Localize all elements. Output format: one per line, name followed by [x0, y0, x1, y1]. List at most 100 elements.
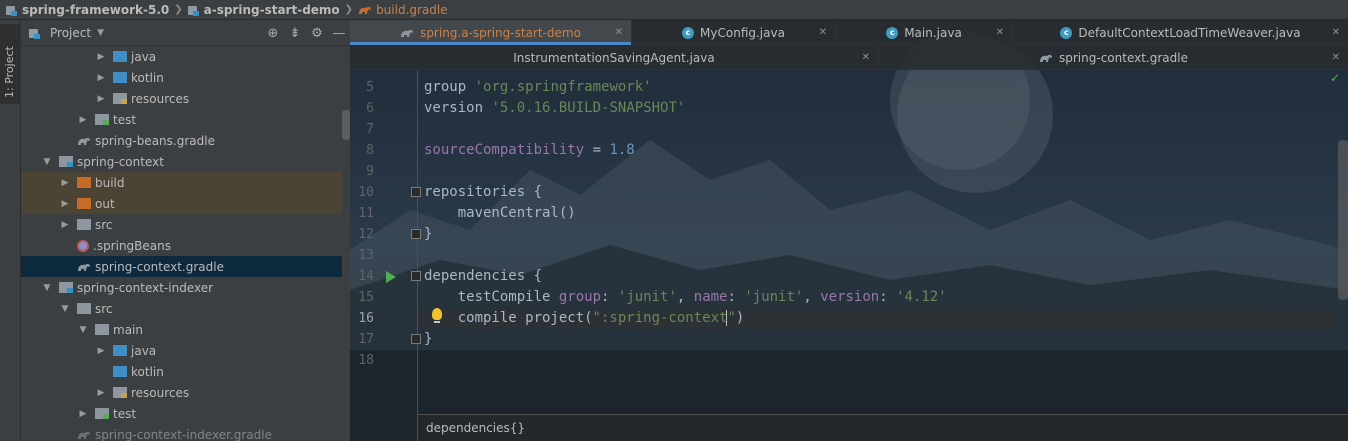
tree-item-test[interactable]: ▶ test	[21, 109, 342, 130]
tree-item-spring-context-indexer[interactable]: ▼ spring-context-indexer	[21, 277, 342, 298]
tree-item-java[interactable]: ▶ java	[21, 340, 342, 361]
tab-spring-a-spring-start-demo[interactable]: spring.a-spring-start-demo ✕	[350, 20, 632, 45]
tree-item-spring-context[interactable]: ▼ spring-context	[21, 151, 342, 172]
tree-item-label: spring-context	[77, 154, 164, 169]
tree-item-src[interactable]: ▶ src	[21, 214, 342, 235]
code-param: name	[693, 289, 728, 305]
gear-icon[interactable]: ⚙	[306, 26, 328, 41]
tree-item-label: test	[113, 112, 137, 127]
run-gutter-icon[interactable]	[386, 271, 396, 283]
fold-marker-icon[interactable]	[411, 229, 421, 239]
editor-breadcrumb-label[interactable]: dependencies{}	[426, 421, 525, 435]
expand-arrow-icon[interactable]: ▶	[95, 94, 107, 104]
editor-breadcrumb[interactable]: dependencies{}	[418, 414, 1348, 441]
close-icon[interactable]: ✕	[615, 27, 623, 38]
line-number: 7	[366, 122, 374, 137]
tree-item-resources[interactable]: ▶ resources	[21, 382, 342, 403]
breadcrumb-item-project[interactable]: spring-framework-5.0 ❯	[6, 3, 188, 17]
close-icon[interactable]: ✕	[862, 52, 870, 63]
tab-instrumentationsavingagent[interactable]: InstrumentationSavingAgent.java ✕	[350, 45, 879, 70]
code-param: version	[820, 289, 880, 305]
expand-arrow-icon[interactable]: ▶	[59, 220, 71, 230]
inspection-ok-icon[interactable]: ✓	[1330, 71, 1340, 85]
tree-item-label: spring-context-indexer	[77, 280, 214, 295]
chevron-right-icon: ❯	[344, 4, 354, 15]
breadcrumb-item-module[interactable]: a-spring-start-demo ❯	[187, 3, 358, 17]
code-line: }	[424, 226, 433, 242]
editor-tabs-row-2: InstrumentationSavingAgent.java ✕ spring…	[350, 45, 1348, 70]
code-operator: =	[584, 142, 610, 158]
tree-item-main[interactable]: ▼ main	[21, 319, 342, 340]
line-number: 13	[358, 248, 374, 263]
tree-item-kotlin[interactable]: kotlin	[21, 361, 342, 382]
hide-icon[interactable]: —	[328, 26, 350, 41]
tab-myconfig[interactable]: c MyConfig.java ✕	[632, 20, 836, 45]
code-line: testCompile group: 'junit', name: 'junit…	[457, 289, 947, 305]
excluded-folder-icon	[77, 198, 91, 209]
tab-defaultcontextloadtimeweaver[interactable]: c DefaultContextLoadTimeWeaver.java ✕	[1013, 20, 1348, 45]
code-keyword: version	[424, 100, 484, 116]
expand-arrow-icon[interactable]: ▶	[59, 178, 71, 188]
fold-marker-icon[interactable]	[411, 271, 421, 281]
editor-scrollbar[interactable]	[1338, 140, 1348, 300]
expand-arrow-icon[interactable]: ▶	[95, 52, 107, 62]
tree-item-label: java	[131, 343, 157, 358]
locate-icon[interactable]: ⊕	[262, 26, 284, 41]
close-icon[interactable]: ✕	[819, 27, 827, 38]
tree-item-test[interactable]: ▶ test	[21, 403, 342, 424]
panel-scrollbar[interactable]	[342, 110, 350, 140]
editor-area: spring.a-spring-start-demo ✕ c MyConfig.…	[350, 20, 1348, 441]
collapse-arrow-icon[interactable]: ▼	[77, 325, 89, 335]
expand-arrow-icon[interactable]: ▶	[59, 199, 71, 209]
tree-item-java[interactable]: ▶ java	[21, 46, 342, 67]
tree-item-out[interactable]: ▶ out	[21, 193, 342, 214]
close-icon[interactable]: ✕	[1332, 27, 1340, 38]
breadcrumb-item-file[interactable]: build.gradle	[358, 3, 448, 17]
project-panel-title[interactable]: Project	[50, 26, 91, 40]
code-editor[interactable]: group 'org.springframework' version '5.0…	[424, 70, 1324, 410]
close-icon[interactable]: ✕	[996, 27, 1004, 38]
fold-marker-icon[interactable]	[411, 334, 421, 344]
tree-item-build[interactable]: ▶ build	[21, 172, 342, 193]
tree-item-springbeans[interactable]: .springBeans	[21, 235, 342, 256]
code-line: }	[424, 331, 433, 347]
expand-arrow-icon[interactable]: ▶	[95, 388, 107, 398]
tree-item-spring-beans-gradle[interactable]: spring-beans.gradle	[21, 130, 342, 151]
gradle-icon	[1040, 54, 1052, 62]
collapse-arrow-icon[interactable]: ▼	[41, 283, 53, 293]
project-tool-tab-label[interactable]: 1: Project	[3, 46, 16, 98]
tree-item-spring-context-indexer-gradle[interactable]: spring-context-indexer.gradle	[21, 424, 342, 441]
tree-item-kotlin[interactable]: ▶ kotlin	[21, 67, 342, 88]
tab-main[interactable]: c Main.java ✕	[836, 20, 1013, 45]
tab-label: MyConfig.java	[700, 25, 785, 40]
folder-icon	[95, 324, 109, 335]
tree-item-label: main	[113, 322, 143, 337]
tree-item-label: spring-context-indexer.gradle	[95, 427, 272, 441]
code-string: '4.12'	[896, 289, 947, 305]
close-icon[interactable]: ✕	[1332, 52, 1340, 63]
resources-folder-icon	[113, 387, 127, 398]
expand-arrow-icon[interactable]: ▶	[95, 346, 107, 356]
code-line: version '5.0.16.BUILD-SNAPSHOT'	[424, 98, 685, 119]
collapse-all-icon[interactable]: ⇟	[284, 26, 306, 41]
line-number: 12	[358, 227, 374, 242]
expand-arrow-icon[interactable]: ▶	[77, 409, 89, 419]
editor-gutter: 5 6 7 8 9 10 11 12 13 14 15 16 17 18	[350, 70, 421, 441]
tree-item-spring-context-gradle[interactable]: spring-context.gradle	[21, 256, 342, 277]
tree-item-resources[interactable]: ▶ resources	[21, 88, 342, 109]
tab-spring-context-gradle[interactable]: spring-context.gradle ✕	[879, 45, 1348, 70]
tree-item-src[interactable]: ▼ src	[21, 298, 342, 319]
code-string: 'junit'	[617, 289, 677, 305]
expand-arrow-icon[interactable]: ▶	[77, 115, 89, 125]
code-line: dependencies {	[424, 268, 543, 284]
code-property: sourceCompatibility	[424, 142, 585, 158]
fold-marker-icon[interactable]	[411, 187, 421, 197]
tree-item-label: resources	[131, 385, 190, 400]
dropdown-arrow-icon[interactable]: ▼	[97, 28, 104, 38]
expand-arrow-icon[interactable]: ▶	[95, 73, 107, 83]
excluded-folder-icon	[77, 177, 91, 188]
collapse-arrow-icon[interactable]: ▼	[41, 157, 53, 167]
collapse-arrow-icon[interactable]: ▼	[59, 304, 71, 314]
code-line-current: compile project(":spring-context")	[424, 308, 744, 329]
class-icon: c	[886, 26, 899, 39]
